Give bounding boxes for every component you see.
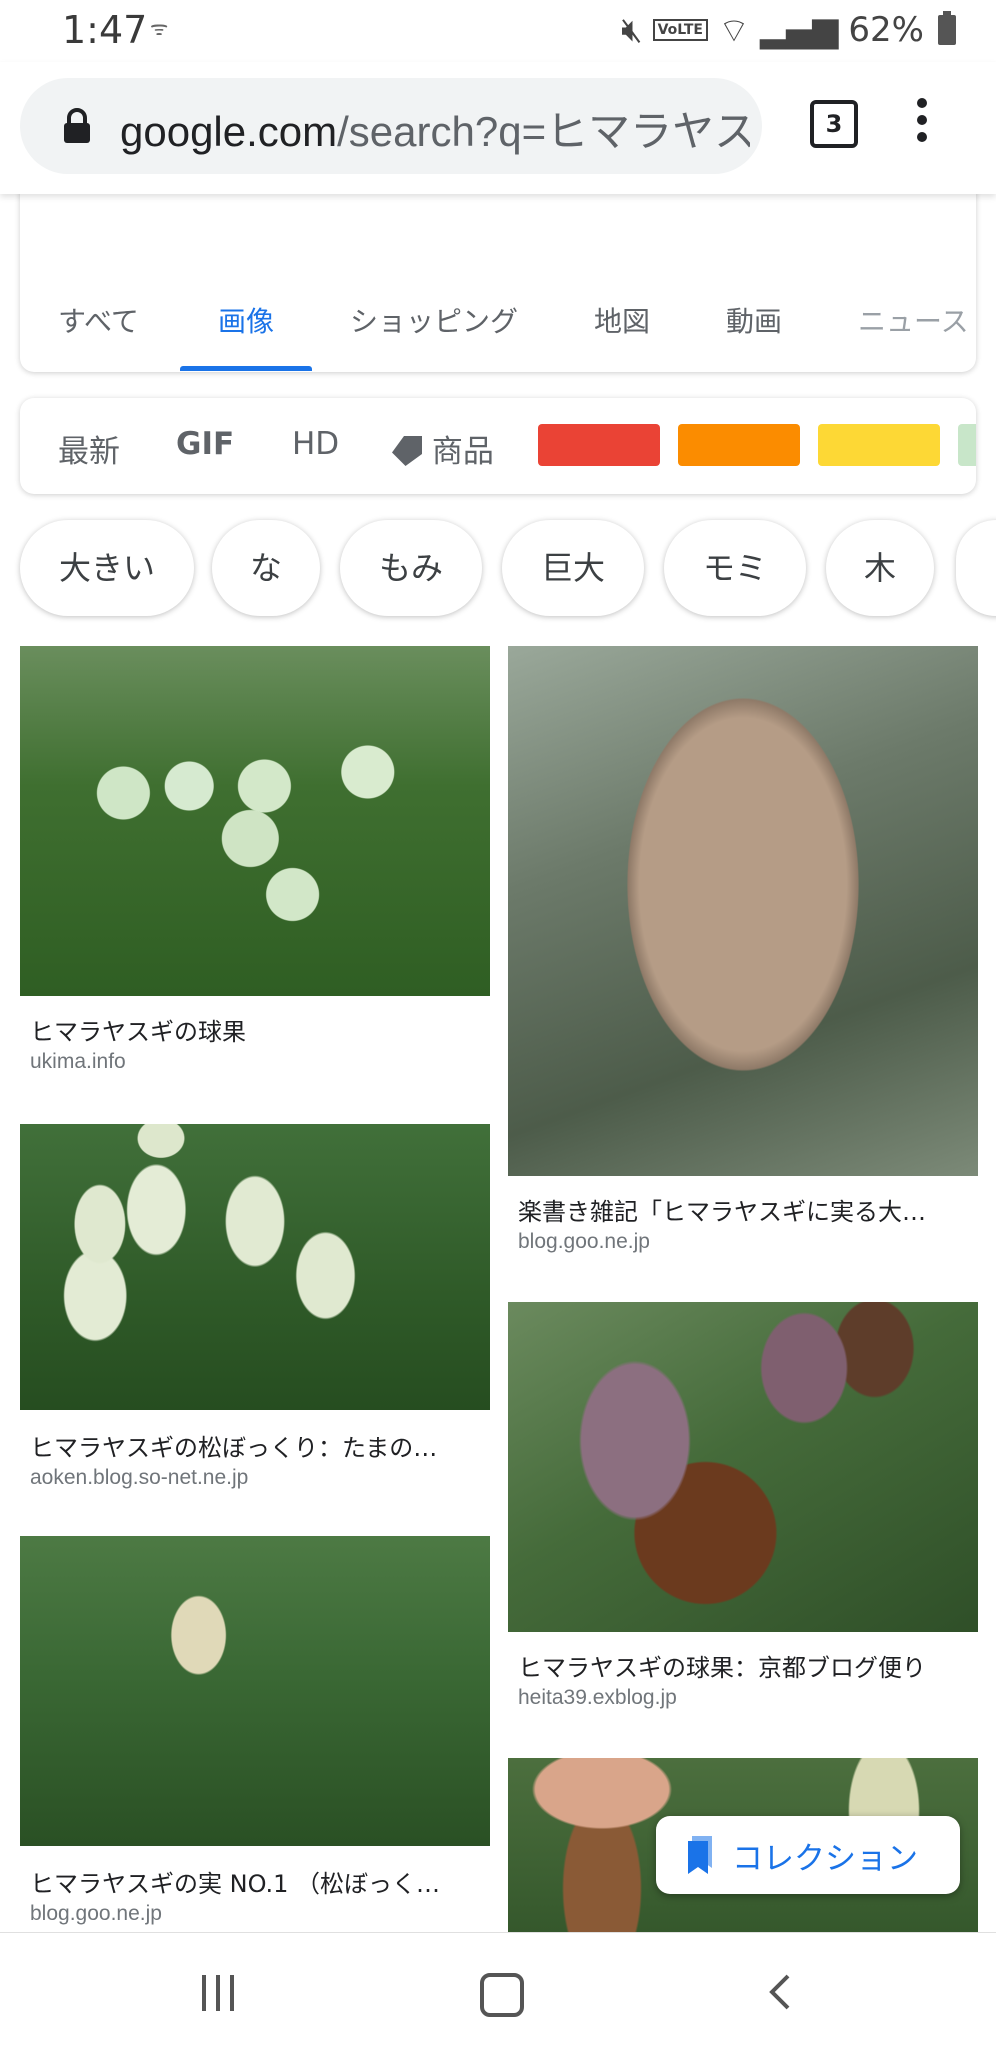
collection-label: コレクション bbox=[732, 1840, 918, 1877]
status-bar: 1:47 ᯤ 🔇︎ VoLTE ⌔ ▂▄▆ 62% bbox=[0, 0, 996, 62]
browser-toolbar: google.com/search?q=ヒマラヤスギ 3 bbox=[0, 62, 996, 194]
filter-products-label: 商品 bbox=[431, 434, 494, 470]
address-bar[interactable]: google.com/search?q=ヒマラヤスギ bbox=[20, 78, 762, 174]
chip-tree[interactable]: 木 bbox=[826, 520, 934, 616]
filter-products[interactable]: 商品 bbox=[392, 426, 494, 471]
collection-button[interactable]: コレクション bbox=[656, 1816, 960, 1894]
wifi-calling-icon: ᯤ bbox=[150, 16, 169, 40]
result-image-5[interactable] bbox=[20, 1536, 490, 1846]
result-image-2[interactable] bbox=[508, 646, 978, 1176]
result-title-3[interactable]: ヒマラヤスギの松ぼっくり：たまの… bbox=[30, 1428, 480, 1463]
url-path: /search?q=ヒマラヤスギ bbox=[337, 108, 750, 155]
chip-partial[interactable] bbox=[956, 520, 996, 616]
filter-hd[interactable]: HD bbox=[292, 426, 339, 462]
clock: 1:47 bbox=[62, 8, 148, 52]
tab-switcher-button[interactable]: 3 bbox=[810, 100, 858, 148]
chip-momi-hiragana[interactable]: もみ bbox=[340, 520, 482, 616]
active-tab-indicator bbox=[180, 366, 312, 371]
mute-icon: 🔇︎ bbox=[621, 10, 643, 50]
tab-news[interactable]: ニュース bbox=[858, 300, 969, 340]
recent-apps-icon[interactable] bbox=[202, 1975, 242, 2011]
wifi-icon: ⌔ bbox=[718, 10, 750, 51]
result-title-1[interactable]: ヒマラヤスギの球果 bbox=[30, 1012, 480, 1047]
result-title-5[interactable]: ヒマラヤスギの実 NO.1 （松ぼっく… bbox=[30, 1864, 480, 1899]
overflow-menu-icon[interactable] bbox=[912, 98, 932, 154]
chip-large[interactable]: 大きい bbox=[20, 520, 194, 616]
bookmark-icon bbox=[688, 1836, 712, 1874]
result-image-1[interactable] bbox=[20, 646, 490, 996]
result-source-3[interactable]: aoken.blog.so-net.ne.jp bbox=[30, 1466, 248, 1490]
chip-momi-katakana[interactable]: モミ bbox=[664, 520, 806, 616]
color-filter-orange[interactable] bbox=[678, 424, 800, 466]
result-image-4[interactable] bbox=[508, 1302, 978, 1632]
result-source-2[interactable]: blog.goo.ne.jp bbox=[518, 1230, 650, 1254]
status-icons: 🔇︎ VoLTE ⌔ ▂▄▆ 62% bbox=[621, 10, 956, 51]
system-nav-bar bbox=[0, 1932, 996, 2049]
home-icon[interactable] bbox=[480, 1973, 524, 2017]
signal-icon: ▂▄▆ bbox=[759, 10, 839, 50]
tab-all[interactable]: すべて bbox=[58, 300, 139, 340]
result-source-5[interactable]: blog.goo.ne.jp bbox=[30, 1902, 162, 1926]
filter-recent[interactable]: 最新 bbox=[58, 426, 120, 471]
tab-videos[interactable]: 動画 bbox=[726, 300, 782, 340]
tag-icon bbox=[392, 436, 422, 466]
result-image-3[interactable] bbox=[20, 1124, 490, 1410]
color-filter-yellow[interactable] bbox=[818, 424, 940, 466]
volte-icon: VoLTE bbox=[652, 19, 708, 41]
tab-maps[interactable]: 地図 bbox=[594, 300, 650, 340]
result-source-4[interactable]: heita39.exblog.jp bbox=[518, 1686, 677, 1710]
back-icon[interactable] bbox=[766, 1973, 794, 2011]
color-filter-green[interactable] bbox=[958, 424, 976, 466]
color-filter-red[interactable] bbox=[538, 424, 660, 466]
chip-huge[interactable]: 巨大 bbox=[502, 520, 644, 616]
tab-images[interactable]: 画像 bbox=[218, 300, 274, 340]
url-host: google.com bbox=[120, 108, 338, 155]
filter-bar: 最新 GIF HD 商品 bbox=[20, 398, 976, 494]
lock-icon bbox=[64, 108, 90, 143]
battery-icon bbox=[938, 11, 956, 45]
result-title-4[interactable]: ヒマラヤスギの球果：京都ブログ便り bbox=[518, 1648, 968, 1683]
url-text[interactable]: google.com/search?q=ヒマラヤスギ bbox=[120, 98, 750, 159]
result-source-1[interactable]: ukima.info bbox=[30, 1050, 126, 1074]
tab-shopping[interactable]: ショッピング bbox=[350, 300, 518, 340]
result-title-2[interactable]: 楽書き雑記「ヒマラヤスギに実る大… bbox=[518, 1192, 968, 1227]
filter-gif[interactable]: GIF bbox=[176, 426, 234, 462]
battery-percent: 62% bbox=[848, 10, 924, 50]
chip-na[interactable]: な bbox=[212, 520, 320, 616]
